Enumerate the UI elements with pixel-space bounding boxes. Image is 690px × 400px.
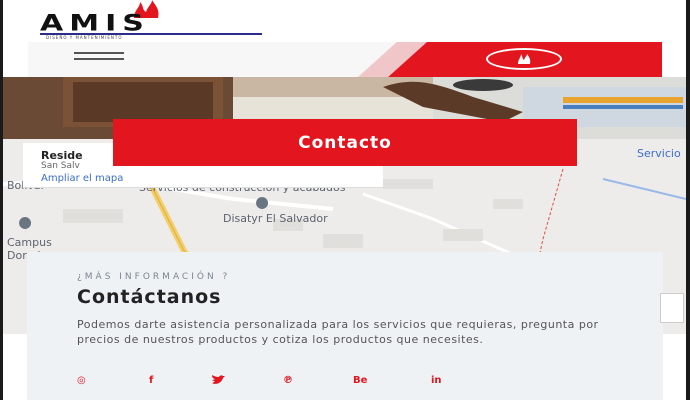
facebook-icon[interactable]: f bbox=[149, 375, 153, 386]
frame-left-border bbox=[0, 0, 3, 400]
expand-map-link[interactable]: Ampliar el mapa bbox=[41, 173, 123, 184]
info-title: Contáctanos bbox=[77, 286, 222, 308]
flame-icon bbox=[518, 54, 531, 64]
site-logo[interactable]: AMIS DISEÑO Y MANTENIMIENTO bbox=[40, 0, 270, 40]
map-label-servicio: Servicio bbox=[637, 147, 681, 160]
hamburger-menu-button[interactable] bbox=[74, 52, 124, 66]
social-links: ◎ f ℗ Be in bbox=[77, 375, 457, 389]
info-eyebrow: ¿MÁS INFORMACIÓN ? bbox=[77, 272, 231, 282]
contact-banner-title: Contacto bbox=[298, 132, 392, 153]
contact-banner: Contacto bbox=[113, 119, 577, 166]
twitter-icon[interactable] bbox=[211, 375, 225, 388]
info-description: Podemos darte asistencia personalizada p… bbox=[77, 318, 599, 346]
linkedin-icon[interactable]: in bbox=[431, 375, 442, 386]
map-zoom-control[interactable] bbox=[660, 293, 684, 323]
nav-flame-button[interactable] bbox=[486, 48, 562, 70]
hamburger-line bbox=[74, 58, 124, 60]
map-label-disatyr: Disatyr El Salvador bbox=[223, 212, 328, 225]
pinterest-icon[interactable]: ℗ bbox=[283, 375, 293, 386]
frame-right-border bbox=[686, 0, 690, 400]
place-subtitle: San Salv bbox=[41, 161, 80, 171]
nav-bar bbox=[28, 41, 662, 77]
instagram-icon[interactable]: ◎ bbox=[77, 375, 86, 386]
behance-icon[interactable]: Be bbox=[353, 375, 367, 386]
contact-info-card: ¿MÁS INFORMACIÓN ? Contáctanos Podemos d… bbox=[27, 252, 663, 400]
logo-tagline: DISEÑO Y MANTENIMIENTO bbox=[46, 35, 123, 40]
hamburger-line bbox=[74, 52, 124, 54]
logo-header: AMIS DISEÑO Y MANTENIMIENTO bbox=[0, 0, 690, 42]
